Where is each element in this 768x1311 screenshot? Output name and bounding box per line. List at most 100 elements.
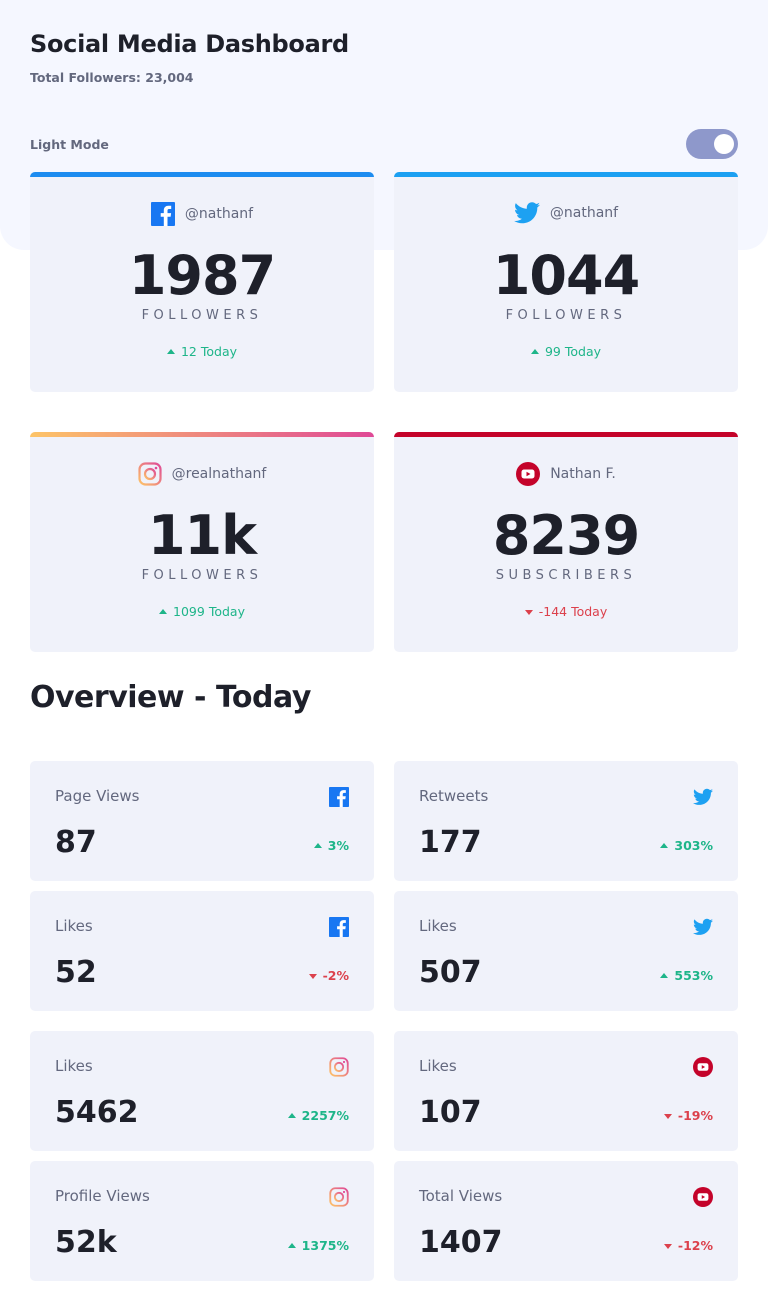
overview-card-twitter-retweets[interactable]: Retweets 177 303% bbox=[394, 761, 738, 881]
overview-value: 177 bbox=[419, 825, 482, 860]
toggle-knob bbox=[714, 134, 734, 154]
instagram-icon bbox=[138, 462, 162, 486]
youtube-icon bbox=[516, 462, 541, 486]
follower-count: 1987 bbox=[128, 244, 276, 307]
theme-mode-row: Light Mode bbox=[30, 128, 738, 160]
follower-label: FOLLOWERS bbox=[141, 308, 263, 323]
overview-change-text: -2% bbox=[322, 968, 349, 983]
overview-card-facebook-page-views[interactable]: Page Views 87 3% bbox=[30, 761, 374, 881]
instagram-icon bbox=[329, 1057, 349, 1077]
card-youtube[interactable]: Nathan F. 8239 SUBSCRIBERS -144 Today bbox=[394, 432, 738, 652]
follower-count: 11k bbox=[147, 504, 257, 567]
overview-label: Likes bbox=[55, 1057, 93, 1075]
overview-change: -12% bbox=[663, 1238, 713, 1253]
card-twitter[interactable]: @nathanf 1044 FOLLOWERS 99 Today bbox=[394, 172, 738, 392]
card-handle: @nathanf bbox=[184, 206, 254, 222]
facebook-icon bbox=[329, 787, 349, 807]
card-handle-row: @nathanf bbox=[30, 202, 374, 226]
today-change: -144 Today bbox=[394, 604, 738, 619]
arrow-up-icon bbox=[530, 349, 539, 354]
page-header: Social Media Dashboard Total Followers: … bbox=[30, 30, 738, 85]
overview-change-text: 303% bbox=[674, 838, 713, 853]
overview-value: 507 bbox=[419, 955, 482, 990]
overview-change: 303% bbox=[660, 838, 713, 853]
card-accent-bar bbox=[30, 432, 374, 437]
theme-toggle[interactable] bbox=[686, 129, 738, 159]
arrow-up-icon bbox=[159, 609, 168, 614]
today-change: 1099 Today bbox=[30, 604, 374, 619]
overview-change: -19% bbox=[663, 1108, 713, 1123]
overview-card-twitter-likes[interactable]: Likes 507 553% bbox=[394, 891, 738, 1011]
twitter-icon bbox=[693, 918, 713, 935]
overview-card-instagram-likes[interactable]: Likes 5462 2257% bbox=[30, 1031, 374, 1151]
overview-value: 5462 bbox=[55, 1095, 139, 1130]
theme-mode-label: Light Mode bbox=[30, 136, 109, 152]
overview-card-instagram-profile-views[interactable]: Profile Views 52k 1375% bbox=[30, 1161, 374, 1281]
twitter-icon bbox=[693, 788, 713, 805]
instagram-icon bbox=[329, 1187, 349, 1207]
card-handle-row: @realnathanf bbox=[30, 462, 374, 486]
overview-title: Overview - Today bbox=[30, 680, 311, 715]
overview-change-text: -12% bbox=[677, 1238, 713, 1253]
overview-card-facebook-likes[interactable]: Likes 52 -2% bbox=[30, 891, 374, 1011]
card-handle: @realnathanf bbox=[171, 466, 267, 482]
card-handle-row: @nathanf bbox=[394, 202, 738, 224]
follower-count: 8239 bbox=[492, 504, 640, 567]
today-change: 99 Today bbox=[394, 344, 738, 359]
overview-label: Likes bbox=[419, 1057, 457, 1075]
today-change-text: -144 Today bbox=[538, 604, 608, 619]
arrow-up-icon bbox=[287, 1243, 296, 1248]
arrow-down-icon bbox=[524, 610, 533, 615]
overview-label: Total Views bbox=[419, 1187, 503, 1205]
overview-value: 52k bbox=[55, 1225, 117, 1260]
card-handle: @nathanf bbox=[549, 205, 619, 221]
arrow-up-icon bbox=[660, 973, 669, 978]
today-change-text: 12 Today bbox=[180, 344, 238, 359]
arrow-down-icon bbox=[663, 1244, 672, 1249]
overview-label: Retweets bbox=[419, 787, 489, 805]
follower-label: SUBSCRIBERS bbox=[495, 568, 637, 583]
follower-label: FOLLOWERS bbox=[505, 308, 627, 323]
card-accent-bar bbox=[394, 172, 738, 177]
arrow-up-icon bbox=[287, 1113, 296, 1118]
overview-card-youtube-total-views[interactable]: Total Views 1407 -12% bbox=[394, 1161, 738, 1281]
youtube-icon bbox=[693, 1187, 713, 1207]
overview-label: Page Views bbox=[55, 787, 140, 805]
overview-change: 1375% bbox=[287, 1238, 349, 1253]
overview-change-text: 3% bbox=[327, 838, 349, 853]
youtube-icon bbox=[693, 1057, 713, 1077]
card-handle: Nathan F. bbox=[550, 466, 616, 482]
today-change: 12 Today bbox=[30, 344, 374, 359]
overview-card-youtube-likes[interactable]: Likes 107 -19% bbox=[394, 1031, 738, 1151]
facebook-icon bbox=[329, 917, 349, 937]
total-followers: Total Followers: 23,004 bbox=[30, 70, 194, 85]
overview-change-text: -19% bbox=[677, 1108, 713, 1123]
overview-label: Likes bbox=[419, 917, 457, 935]
arrow-up-icon bbox=[166, 349, 175, 354]
overview-label: Likes bbox=[55, 917, 93, 935]
overview-change-text: 2257% bbox=[301, 1108, 349, 1123]
overview-change: 553% bbox=[660, 968, 713, 983]
overview-value: 1407 bbox=[419, 1225, 503, 1260]
facebook-icon bbox=[150, 202, 175, 226]
arrow-up-icon bbox=[313, 843, 322, 848]
overview-value: 107 bbox=[419, 1095, 482, 1130]
overview-change-text: 1375% bbox=[301, 1238, 349, 1253]
today-change-text: 99 Today bbox=[544, 344, 602, 359]
overview-change: 3% bbox=[313, 838, 349, 853]
twitter-icon bbox=[513, 202, 540, 224]
overview-change-text: 553% bbox=[674, 968, 713, 983]
card-instagram[interactable]: @realnathanf 11k FOLLOWERS 1099 Today bbox=[30, 432, 374, 652]
follower-count: 1044 bbox=[492, 244, 640, 307]
today-change-text: 1099 Today bbox=[173, 604, 245, 619]
card-facebook[interactable]: @nathanf 1987 FOLLOWERS 12 Today bbox=[30, 172, 374, 392]
follower-label: FOLLOWERS bbox=[141, 568, 263, 583]
card-handle-row: Nathan F. bbox=[394, 462, 738, 486]
overview-change: 2257% bbox=[287, 1108, 349, 1123]
overview-value: 87 bbox=[55, 825, 97, 860]
overview-change: -2% bbox=[308, 968, 349, 983]
card-accent-bar bbox=[394, 432, 738, 437]
overview-value: 52 bbox=[55, 955, 97, 990]
page-title: Social Media Dashboard bbox=[30, 30, 349, 58]
arrow-up-icon bbox=[660, 843, 669, 848]
